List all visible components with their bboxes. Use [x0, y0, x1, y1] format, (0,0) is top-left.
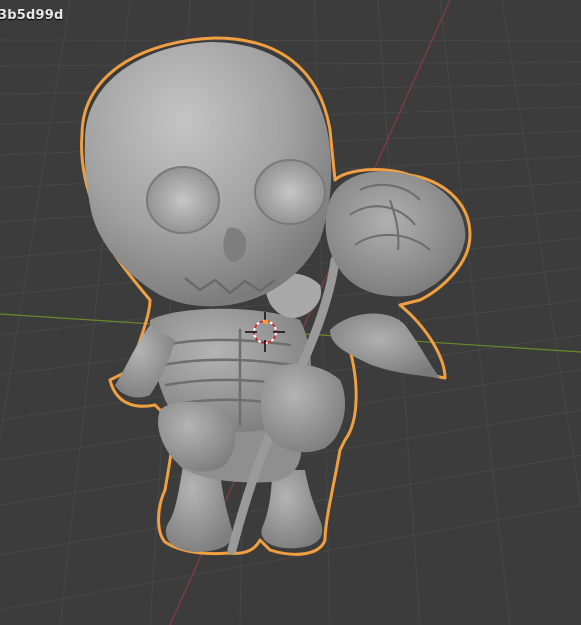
eye-socket-left	[146, 166, 220, 234]
skeleton-holding-rose[interactable]	[80, 36, 472, 556]
hand-right	[260, 364, 345, 453]
object-origin-dot	[263, 319, 269, 325]
viewport-canvas[interactable]	[0, 0, 581, 625]
rose-leaf	[330, 313, 440, 378]
object-name-label: 3b5d99d	[0, 8, 64, 23]
3d-viewport[interactable]: 3b5d99d	[0, 0, 581, 625]
eye-socket-right	[254, 159, 326, 225]
